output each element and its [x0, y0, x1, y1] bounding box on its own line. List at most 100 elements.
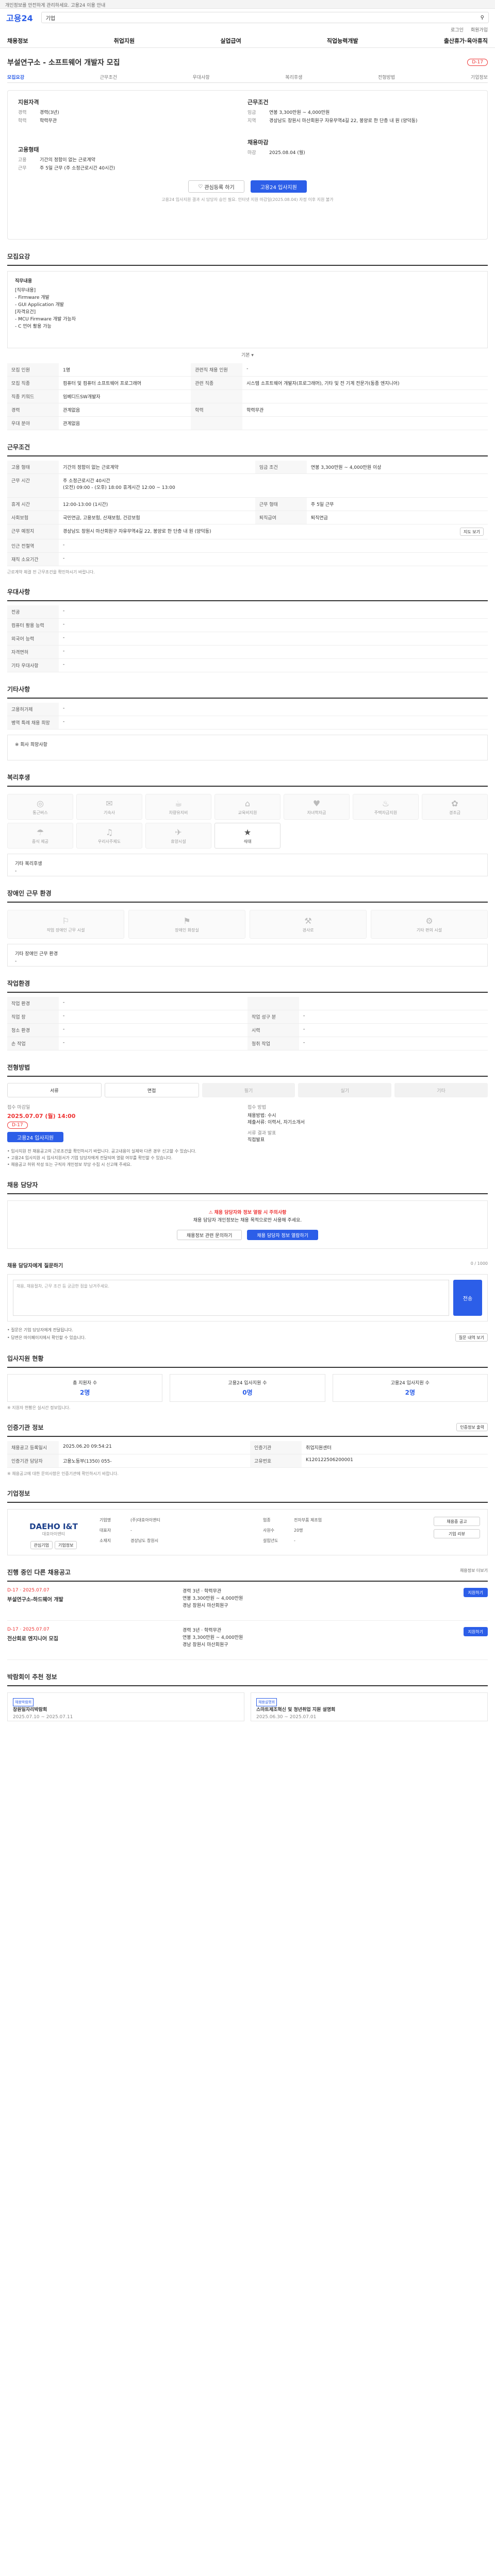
info-key: 설립년도 — [263, 1538, 278, 1543]
job-dday: D-17 · 2025.07.07 — [7, 1588, 50, 1593]
stock-icon: ♫ — [105, 827, 113, 837]
promo-card[interactable]: 채용설명회 스마트제조혁신 및 청년취업 지원 설명회 2025.06.30 ~ 2… — [251, 1692, 488, 1721]
env-tile: ⚒ 경사로 — [250, 910, 367, 939]
hours-line: (오전) 09:00 - (오후) 18:00 휴게시간 12:00 ~ 13:… — [63, 485, 175, 490]
cert-title-row: 인증기관 정보 인증정보 출력 — [7, 1423, 488, 1437]
table-row: 경력 관계없음 학력 학력무관 — [7, 403, 488, 417]
cell-key: 모집 인원 — [7, 363, 59, 377]
promo-card[interactable]: 채용박람회 창원일자리박람회 2025.07.10 ~ 2025.07.11 — [7, 1692, 244, 1721]
nav-parental-leave[interactable]: 출산휴가·육아휴직 — [444, 37, 488, 45]
map-button[interactable]: 지도 보기 — [460, 528, 484, 536]
company-info-button[interactable]: 기업정보 — [55, 1541, 77, 1549]
cell-key: 컴퓨터 활용 능력 — [7, 618, 59, 632]
cell-key: 모집 직종 — [7, 376, 59, 390]
cell-value: 고용노동부(1350) 055- — [59, 1454, 251, 1468]
other-jobs-more[interactable]: 채용정보 더보기 — [460, 1568, 488, 1577]
dday-badge: D-17 — [467, 59, 488, 66]
kv-key: 근무 — [18, 166, 27, 171]
cell-key: 병역 특례 채용 희망 — [7, 716, 59, 730]
contact-section: 채용 담당자 ⚠ 채용 담당자와 정보 열람 시 주의사항 채용 담당자 개인정… — [7, 1180, 488, 1249]
cell-key: 고용 형태 — [7, 461, 59, 474]
qa-textarea[interactable]: 채용, 채용절차, 근무 조건 등 궁금한 점을 남겨주세요. — [13, 1280, 449, 1316]
cell-key: 고유번호 — [250, 1454, 302, 1468]
job-apply-button[interactable]: 지원하기 — [463, 1627, 488, 1636]
global-header: 고용24 기업 ⚲ — [0, 9, 495, 26]
site-logo[interactable]: 고용24 — [6, 11, 33, 24]
process-apply-button[interactable]: 고용24 입사지원 — [7, 1132, 64, 1142]
list-item[interactable]: D-17 · 2025.07.07 전산회로 엔지니어 모집 경력 3년 · 학력… — [7, 1621, 488, 1660]
job-item-title[interactable]: 전산회로 엔지니어 모집 — [7, 1634, 183, 1642]
apply-button[interactable]: 고용24 입사지원 — [250, 180, 307, 193]
job-meta: 경력 3년 · 학력무관 — [183, 1589, 222, 1594]
cert-section: 인증기관 정보 인증정보 출력 채용공고 등록일시 2025.06.20 09:5… — [7, 1423, 488, 1477]
cell-value: - — [59, 703, 488, 716]
tab-recruit[interactable]: 모집요강 — [7, 74, 24, 80]
cell-key: 경력 — [7, 403, 59, 417]
cell-value: 12:00-13:00 (1시간) — [59, 497, 255, 511]
cell-key: 재직 소요기간 — [7, 552, 59, 566]
table-row: 직업 장 - 작업 성구 분- — [7, 1010, 488, 1024]
follow-company-button[interactable]: 관심기업 — [30, 1541, 53, 1549]
tab-welfare[interactable]: 복리후생 — [285, 74, 302, 80]
collapse-toggle[interactable]: 기본 ▾ — [7, 351, 488, 358]
welfare-label: 기숙사 — [103, 810, 116, 815]
table-row: 근무 예정지 경상남도 창원시 마산회원구 자유무역4길 22, 봉양로 한 단층… — [7, 524, 488, 539]
kv-key: 임금 — [248, 110, 256, 115]
stats-title: 입사지원 현황 — [7, 1354, 488, 1368]
env-title: 장애인 근무 환경 — [7, 889, 488, 903]
nav-unemployment[interactable]: 실업급여 — [220, 37, 241, 45]
cell-key: 직종 키워드 — [7, 389, 59, 403]
search-bar[interactable]: 기업 ⚲ — [41, 12, 489, 23]
tab-work[interactable]: 근무조건 — [100, 74, 117, 80]
tab-pref[interactable]: 우대사항 — [193, 74, 210, 80]
nav-jobs[interactable]: 채용정보 — [7, 37, 28, 45]
dorm-icon: ✉ — [106, 798, 113, 808]
tab-company[interactable]: 기업정보 — [471, 74, 488, 80]
like-button[interactable]: ♡ 관심등록 하기 — [188, 180, 244, 193]
company-review-button[interactable]: 기업 리뷰 — [434, 1529, 480, 1538]
contact-view-button[interactable]: 채용 담당자 정보 열람하기 — [247, 1230, 319, 1240]
welfare-label: 통근버스 — [32, 810, 48, 815]
tab-process[interactable]: 전형방법 — [378, 74, 395, 80]
contact-inquiry-button[interactable]: 채용정보 관련 문의하기 — [176, 1230, 242, 1240]
warning-item: • 입사지원 전 채용공고의 근로조건을 확인하시기 바랍니다. 공고내용이 실… — [7, 1149, 196, 1154]
env-other-caption: 기타 장애인 근무 환경 — [15, 952, 58, 957]
kv-value: 2025.08.04 (월) — [269, 150, 305, 156]
recruit-section: 모집요강 직무내용 [직무내용] - Firmware 개발 - GUI App… — [7, 252, 488, 430]
cell-key: 시력 — [248, 1023, 299, 1037]
qa-section: 채용 담당자에게 질문하기 0 / 1000 채용, 채용절차, 근무 조건 등… — [7, 1261, 488, 1342]
etc-section: 기타사항 고용허가제 - 병역 특례 채용 희망 - ※ 회사 희망사항 — [7, 685, 488, 760]
search-input[interactable]: 기업 — [46, 14, 481, 22]
table-row: 휴게 시간 12:00-13:00 (1시간) 근무 형태 주 5일 근무 — [7, 497, 488, 511]
cell-value: 임베디드SW개발자 — [59, 389, 191, 403]
job-apply-button[interactable]: 지원하기 — [463, 1588, 488, 1597]
search-icon[interactable]: ⚲ — [481, 15, 484, 21]
cell-key: 근무 시간 — [7, 473, 59, 498]
qa-send-button[interactable]: 전송 — [453, 1280, 482, 1316]
cert-print-button[interactable]: 인증정보 출력 — [456, 1423, 488, 1431]
job-item-title[interactable]: 부설연구소-하드웨어 개발 — [7, 1595, 183, 1603]
stats-section: 입사지원 현황 총 지원자 수 2명 고용24 입사지원 수 0명 고용24 입사지… — [7, 1354, 488, 1411]
meal-icon: ☂ — [36, 827, 44, 837]
company-jobs-button[interactable]: 채용중 공고 — [434, 1517, 480, 1526]
cell-value: - — [299, 1037, 488, 1050]
cell-key: 인근 전철역 — [7, 539, 59, 553]
nav-support[interactable]: 취업지원 — [114, 37, 135, 45]
notice-text: 개인정보를 안전하게 관리하세요. 고용24 이용 안내 — [5, 3, 106, 8]
cell-value: - — [59, 658, 488, 672]
cell-key: 근무 예정지 — [7, 524, 59, 539]
summary-note: 고용24 입사지원 결과 시 담당자 승인 필요. 인터넷 지원 마감일(202… — [161, 197, 334, 202]
table-row: 우대 분야 관계없음 — [7, 416, 488, 430]
table-row: 기타 우대사항 - — [7, 658, 488, 672]
work-section: 근무조건 고용 형태 기간의 정함이 없는 근로계약 임금 조건 연봉 3,300만원… — [7, 443, 488, 575]
login-link[interactable]: 로그인 — [451, 26, 464, 33]
list-item[interactable]: D-17 · 2025.07.07 부설연구소-하드웨어 개발 경력 3년 · 학… — [7, 1582, 488, 1621]
nav-training[interactable]: 직업능력개발 — [327, 37, 358, 45]
period-dday: D-17 — [7, 1122, 28, 1129]
welfare-section: 복리후생 ◎ 통근버스 ✉ 기숙사 ☕ 차량유지비 ⌂ 교육비지원 ♥ 자녀학자금 ♨ 주택… — [7, 773, 488, 876]
qa-history-button[interactable]: 질문 내역 보기 — [455, 1333, 488, 1342]
cell-value: 취업지원센터 — [302, 1441, 488, 1454]
other-jobs-title-row: 진행 중인 다른 채용공고 채용정보 더보기 — [7, 1568, 488, 1582]
signup-link[interactable]: 회원가입 — [471, 26, 488, 33]
cell-key: 관련직 채용 인원 — [191, 363, 243, 377]
